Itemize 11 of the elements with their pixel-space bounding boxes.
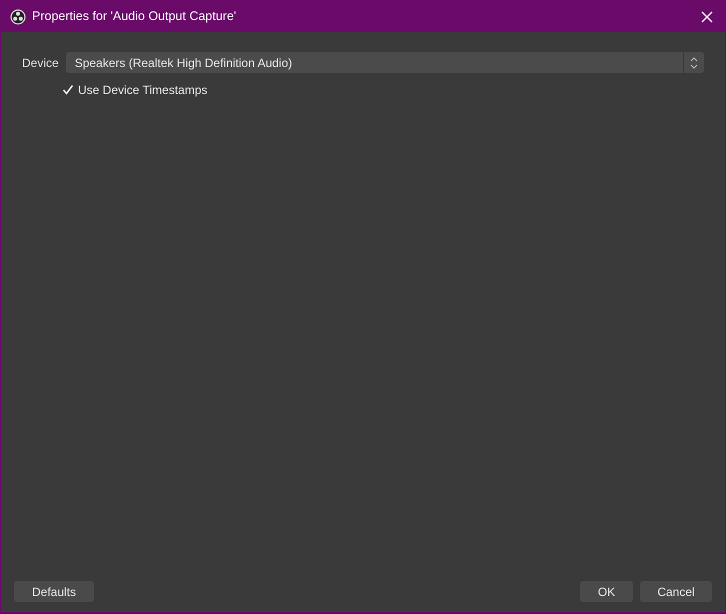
close-button[interactable]: [699, 8, 715, 24]
dialog-button[interactable]: Cancel: [640, 581, 712, 602]
app-logo-icon: [10, 8, 26, 24]
checkbox-label: Use Device Timestamps: [78, 82, 208, 99]
device-dropdown[interactable]: Speakers (Realtek High Definition Audio): [66, 52, 704, 73]
device-label: Device: [22, 54, 59, 72]
dialog-button[interactable]: OK: [580, 581, 633, 602]
dialog-button[interactable]: Defaults: [14, 581, 94, 602]
close-icon: [701, 10, 713, 22]
spinner-arrows-icon: [690, 56, 698, 68]
window-title: Properties for 'Audio Output Capture': [32, 8, 236, 26]
